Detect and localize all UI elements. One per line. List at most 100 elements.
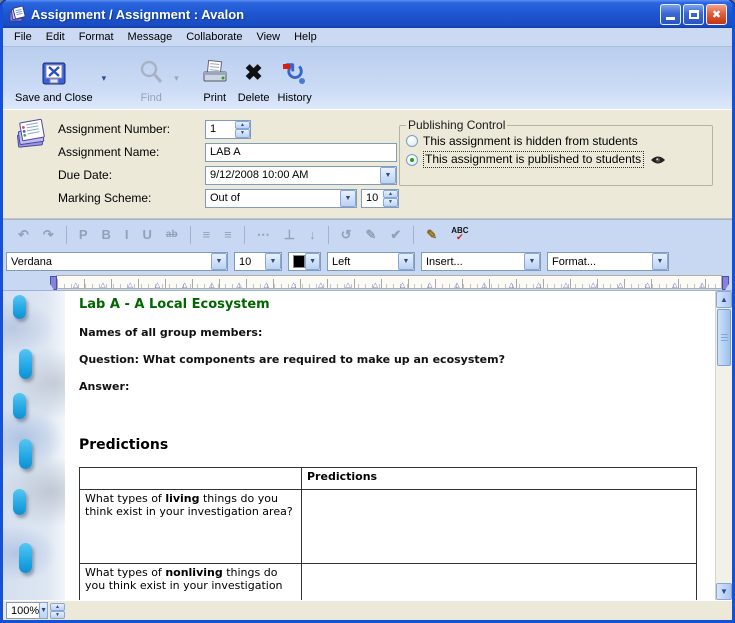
hidden-option-row[interactable]: This assignment is hidden from students: [406, 134, 706, 148]
left-margin-marker[interactable]: [50, 276, 57, 290]
main-toolbar: Save and Close ▾ Find ▾: [3, 47, 732, 109]
format-dropdown-icon[interactable]: ▼: [652, 253, 668, 270]
scroll-down-icon[interactable]: ▼: [716, 583, 732, 600]
binder-capsule-decoration: [19, 543, 32, 573]
save-icon: [40, 56, 68, 90]
print-button[interactable]: Print: [196, 50, 234, 107]
question-line: Question: What components are required t…: [79, 353, 709, 366]
find-icon: [137, 56, 165, 90]
font-color-dropdown-icon[interactable]: ▼: [305, 253, 320, 270]
accept-icon: ✔: [383, 228, 408, 241]
formatting-toolbar: ↶ ↷ P B I U ab ≡ ≡ ⋯ ⊥ ↓ ↺ ✎ ✔ ✎ ABC ✔: [3, 219, 732, 249]
table-header-predictions-cell: Predictions: [302, 468, 697, 490]
marking-points-spin-buttons[interactable]: ▲▼: [383, 190, 398, 207]
maximize-button[interactable]: [683, 4, 704, 25]
due-date-combo[interactable]: 9/12/2008 10:00 AM ▼: [205, 166, 397, 185]
publishing-control-group: Publishing Control This assignment is hi…: [399, 118, 713, 186]
zoom-level-value: 100%: [11, 605, 39, 617]
assignment-number-spinner[interactable]: 1 ▲▼: [205, 120, 251, 139]
table-header-row: Predictions: [80, 468, 697, 490]
menu-help[interactable]: Help: [287, 29, 324, 45]
assignment-name-input[interactable]: [205, 143, 397, 162]
signature-icon[interactable]: ✎: [419, 228, 444, 241]
marking-points-spinner[interactable]: 10 ▲▼: [361, 189, 399, 208]
zoom-dropdown-icon[interactable]: ▼: [39, 602, 48, 619]
document-editor[interactable]: Lab A - A Local Ecosystem Names of all g…: [65, 291, 715, 600]
right-margin-marker[interactable]: [722, 276, 729, 290]
insert-combo[interactable]: Insert... ▼: [421, 252, 541, 271]
living-answer-cell[interactable]: [302, 490, 697, 564]
names-line: Names of all group members:: [79, 326, 709, 339]
insert-dropdown-icon[interactable]: ▼: [524, 253, 540, 270]
numbered-list-icon: ≡: [196, 228, 218, 241]
scroll-up-icon[interactable]: ▲: [716, 291, 732, 308]
print-label: Print: [203, 92, 226, 104]
save-and-close-button[interactable]: Save and Close: [11, 50, 97, 107]
color-swatch: [293, 255, 305, 268]
toolbar-separator: [244, 226, 245, 244]
ruler-tab-stops: △△△△△△△△△△△△△△△△△△△△△△△△: [73, 282, 705, 289]
assignment-form-panel: Assignment Number: 1 ▲▼ Assignment Name:…: [3, 109, 732, 219]
status-bar: 100% ▼ ▲▼: [3, 600, 732, 620]
assignment-notes-icon: [15, 118, 49, 150]
marking-scheme-combo[interactable]: Out of ▼: [205, 189, 357, 208]
menu-edit[interactable]: Edit: [39, 29, 72, 45]
binder-capsule-decoration: [19, 349, 32, 379]
history-label: History: [278, 92, 312, 104]
menu-format[interactable]: Format: [72, 29, 121, 45]
tab-marker-icon: ⋯: [250, 228, 277, 241]
font-size-combo[interactable]: 10 ▼: [234, 252, 282, 271]
alignment-dropdown-icon[interactable]: ▼: [398, 253, 414, 270]
scrollbar-thumb[interactable]: [717, 309, 731, 366]
font-family-dropdown-icon[interactable]: ▼: [211, 253, 227, 270]
published-radio[interactable]: [406, 154, 418, 166]
minimize-button[interactable]: [660, 4, 681, 25]
history-button[interactable]: ↻ History: [274, 50, 316, 107]
paragraph-icon: P: [72, 228, 95, 241]
italic-icon: I: [118, 228, 136, 241]
font-family-combo[interactable]: Verdana ▼: [6, 252, 228, 271]
toolbar-separator: [413, 226, 414, 244]
nonliving-answer-cell[interactable]: [302, 564, 697, 601]
toolbar-separator: [328, 226, 329, 244]
save-and-close-label: Save and Close: [15, 92, 93, 104]
zoom-level-combo[interactable]: 100% ▼: [6, 602, 48, 619]
menu-view[interactable]: View: [249, 29, 287, 45]
hidden-radio-label[interactable]: This assignment is hidden from students: [423, 134, 638, 148]
font-size-dropdown-icon[interactable]: ▼: [265, 253, 281, 270]
menu-collaborate[interactable]: Collaborate: [179, 29, 249, 45]
predictions-table: Predictions What types of living things …: [79, 467, 697, 600]
menu-file[interactable]: File: [7, 29, 39, 45]
eye-icon[interactable]: [650, 155, 666, 165]
delete-button[interactable]: ✖ Delete: [234, 50, 274, 107]
due-date-label: Due Date:: [58, 168, 205, 182]
table-row: What types of living things do you think…: [80, 490, 697, 564]
history-person-icon: [299, 78, 305, 84]
vertical-scrollbar[interactable]: ▲ ▼: [715, 291, 732, 600]
published-radio-label[interactable]: This assignment is published to students: [423, 151, 644, 168]
close-button[interactable]: ✖: [706, 4, 727, 25]
refresh-icon: ↺: [334, 228, 359, 241]
font-color-combo[interactable]: ▼: [288, 252, 321, 271]
zoom-spin-buttons[interactable]: ▲▼: [50, 603, 65, 619]
published-option-row[interactable]: This assignment is published to students: [406, 151, 706, 168]
format-combo[interactable]: Format... ▼: [547, 252, 669, 271]
toolbar-separator: [66, 226, 67, 244]
due-date-dropdown-icon[interactable]: ▼: [380, 167, 396, 184]
document-area: Lab A - A Local Ecosystem Names of all g…: [3, 290, 732, 600]
undo-icon: ↶: [11, 228, 36, 241]
title-bar[interactable]: Assignment / Assignment : Avalon ✖: [3, 0, 732, 28]
alignment-combo[interactable]: Left ▼: [327, 252, 415, 271]
hidden-radio[interactable]: [406, 135, 418, 147]
marking-scheme-dropdown-icon[interactable]: ▼: [340, 190, 356, 207]
spellcheck-icon[interactable]: ABC ✔: [444, 227, 475, 242]
print-icon: [200, 56, 230, 90]
history-flag-icon: [283, 64, 290, 69]
living-question-cell: What types of living things do you think…: [80, 490, 302, 564]
save-dropdown-arrow-icon[interactable]: ▾: [99, 73, 110, 84]
table-header-empty-cell: [80, 468, 302, 490]
assignment-number-spin-buttons[interactable]: ▲▼: [235, 121, 250, 138]
menu-message[interactable]: Message: [121, 29, 180, 45]
table-row: What types of nonliving things do you th…: [80, 564, 697, 601]
ruler-band: △△△△△△△△△△△△△△△△△△△△△△△△: [56, 275, 722, 289]
